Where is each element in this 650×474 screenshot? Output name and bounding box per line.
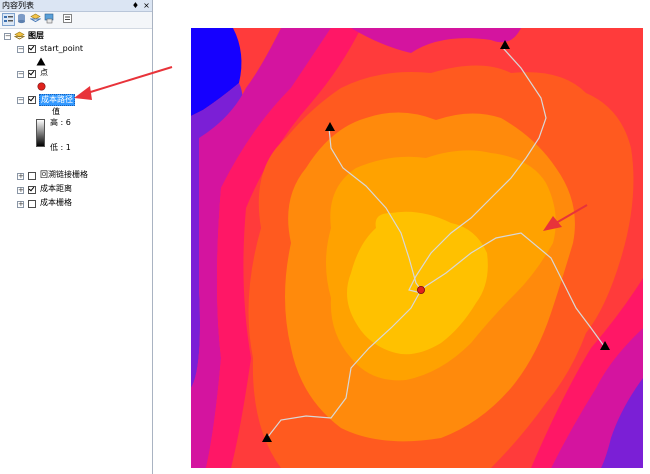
options-icon <box>63 14 72 23</box>
options-button[interactable] <box>62 13 75 26</box>
expand-toggle-root[interactable]: − <box>4 33 11 40</box>
layer-checkbox-cost-distance[interactable] <box>28 186 36 194</box>
list-by-source-button[interactable] <box>16 13 29 26</box>
list-by-drawing-order-button[interactable] <box>2 13 15 26</box>
expand-toggle-cost-distance[interactable]: + <box>17 187 24 194</box>
expand-toggle-start-point[interactable]: − <box>17 46 24 53</box>
list-by-visibility-button[interactable] <box>29 13 43 26</box>
expand-toggle-cost-path[interactable]: − <box>17 97 24 104</box>
annotation-arrow-toc <box>74 66 173 100</box>
layers-folder-icon <box>14 31 25 40</box>
root-layer-label[interactable]: 图层 <box>28 31 44 41</box>
expand-toggle-cost-raster[interactable]: + <box>17 201 24 208</box>
layer-checkbox-cost-raster[interactable] <box>28 200 36 208</box>
close-button[interactable]: × <box>142 0 151 11</box>
layer-checkbox-cost-path[interactable] <box>28 96 36 104</box>
panel-title: 内容列表 <box>2 1 34 10</box>
destination-point-marker <box>416 285 425 294</box>
database-icon <box>18 13 25 24</box>
pin-button[interactable]: ♦ <box>131 0 140 11</box>
layers-icon <box>29 13 42 23</box>
list-drawing-order-icon <box>4 16 13 22</box>
layer-label-point[interactable]: 点 <box>40 68 48 78</box>
expand-toggle-point[interactable]: − <box>17 71 24 78</box>
layer-checkbox-start-point[interactable] <box>28 45 36 53</box>
map-display[interactable] <box>191 28 643 468</box>
list-by-selection-button[interactable] <box>44 13 57 26</box>
triangle-symbol-icon <box>36 57 46 66</box>
layer-label-cost-distance[interactable]: 成本距离 <box>40 184 72 194</box>
legend-heading: 值 <box>52 107 60 116</box>
legend-low-label: 低 : 1 <box>50 143 71 152</box>
panel-title-bar: 内容列表 ♦ × <box>0 0 152 12</box>
layer-label-cost-raster[interactable]: 成本栅格 <box>40 198 72 208</box>
circle-symbol-icon <box>37 82 46 91</box>
layer-label-start-point[interactable]: start_point <box>40 44 83 54</box>
layer-checkbox-point[interactable] <box>28 70 36 78</box>
toc-toolbar <box>0 12 152 29</box>
layer-label-backlink[interactable]: 回溯链接栅格 <box>40 170 88 180</box>
layer-checkbox-backlink[interactable] <box>28 172 36 180</box>
expand-toggle-backlink[interactable]: + <box>17 173 24 180</box>
selection-icon <box>44 13 54 24</box>
legend-gradient-ramp <box>36 119 45 147</box>
legend-high-label: 高 : 6 <box>50 118 71 127</box>
